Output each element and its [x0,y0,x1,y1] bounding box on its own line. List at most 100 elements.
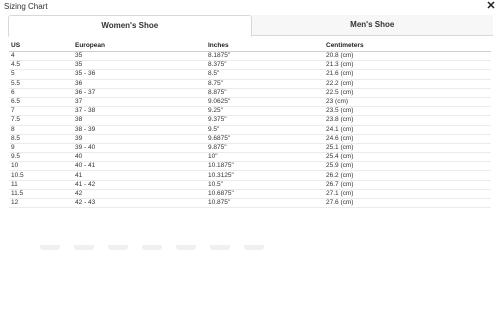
cell-european-size: 35 - 36 [73,69,206,80]
cell-us-size: 7 [9,106,73,117]
cell-us-size: 9 [9,143,73,154]
table-row: 9 39 - 40 9.875" 25.1 (cm) [9,143,491,154]
cell-centimeters: 22.5 (cm) [324,88,491,98]
cell-inches: 8.375" [206,60,324,71]
sizing-chart-modal: Sizing Chart ✕ Women's Shoe Men's Shoe U… [0,0,500,245]
cell-us-size: 6.5 [9,97,73,108]
cell-centimeters: 22.2 (cm) [324,79,491,89]
table-row: 11 41 - 42 10.5" 26.7 (cm) [9,180,491,190]
cell-us-size: 11 [9,180,73,190]
table-row: 9.5 40 10" 25.4 (cm) [9,152,491,163]
cell-us-size: 7.5 [9,115,73,126]
cell-inches: 9.0625" [206,97,324,108]
column-header-us: US [9,40,73,52]
cell-inches: 9.875" [206,143,324,154]
cell-european-size: 39 [73,134,206,144]
cell-european-size: 41 [73,170,206,181]
cell-european-size: 35 [73,60,206,71]
tab-womens-shoe[interactable]: Women's Shoe [8,15,252,37]
table-row: 5 35 - 36 8.5" 21.6 (cm) [9,69,491,80]
table-row: 4 35 8.1875" 20.8 (cm) [9,51,491,62]
cell-us-size: 6 [9,88,73,98]
cell-centimeters: 24.6 (cm) [324,134,491,144]
cell-european-size: 36 - 37 [73,88,206,98]
table-body: 4 35 8.1875" 20.8 (cm) 4.5 35 8.375" 21.3 (cm) 5… [9,51,491,209]
table-row: 8 38 - 39 9.5" 24.1 (cm) [9,125,491,135]
cell-us-size: 8 [9,125,73,135]
cell-centimeters: 25.1 (cm) [324,143,491,154]
cell-centimeters: 26.2 (cm) [324,170,491,181]
cell-us-size: 4.5 [9,60,73,71]
cell-european-size: 40 [73,152,206,163]
cell-centimeters: 27.6 (cm) [324,198,491,209]
table-row: 11.5 42 10.6875" 27.1 (cm) [9,189,491,200]
cell-inches: 10.875" [206,198,324,209]
cell-european-size: 36 [73,79,206,89]
cell-european-size: 38 - 39 [73,125,206,135]
cell-inches: 8.1875" [206,51,324,62]
cell-european-size: 37 [73,97,206,108]
cell-european-size: 41 - 42 [73,180,206,190]
cell-european-size: 38 [73,115,206,126]
tab-mens-shoe[interactable]: Men's Shoe [251,15,493,35]
size-table-container: US European Inches Centimeters 4 35 8.1875… [9,40,491,209]
cell-us-size: 9.5 [9,152,73,163]
cell-us-size: 8.5 [9,134,73,144]
cell-inches: 10.6875" [206,189,324,200]
cell-centimeters: 24.1 (cm) [324,125,491,135]
cell-centimeters: 23.8 (cm) [324,115,491,126]
column-header-european: European [73,40,206,52]
table-row: 7 37 - 38 9.25" 23.5 (cm) [9,106,491,117]
cell-us-size: 4 [9,51,73,62]
cell-european-size: 37 - 38 [73,106,206,117]
table-row: 8.5 39 9.6875" 24.6 (cm) [9,134,491,144]
column-header-centimeters: Centimeters [324,40,491,52]
cell-inches: 9.375" [206,115,324,126]
table-row: 10.5 41 10.3125" 26.2 (cm) [9,170,491,181]
table-row: 5.5 36 8.75" 22.2 (cm) [9,79,491,89]
modal-header: Sizing Chart ✕ [0,0,500,14]
cell-us-size: 5.5 [9,79,73,89]
table-row: 7.5 38 9.375" 23.8 (cm) [9,115,491,126]
cell-inches: 8.5" [206,69,324,80]
cell-us-size: 10 [9,161,73,172]
cell-european-size: 39 - 40 [73,143,206,154]
cell-centimeters: 27.1 (cm) [324,189,491,200]
cell-inches: 9.5" [206,125,324,135]
modal-title: Sizing Chart [4,2,48,11]
cell-inches: 9.6875" [206,134,324,144]
cell-european-size: 40 - 41 [73,161,206,172]
cell-inches: 8.75" [206,79,324,89]
table-header-row: US European Inches Centimeters [9,40,491,52]
cell-european-size: 42 - 43 [73,198,206,209]
cell-us-size: 11.5 [9,189,73,200]
cell-us-size: 5 [9,69,73,80]
cell-centimeters: 23.5 (cm) [324,106,491,117]
close-icon[interactable]: ✕ [485,0,497,12]
size-table: US European Inches Centimeters 4 35 8.1875… [9,40,491,209]
cell-us-size: 12 [9,198,73,209]
cell-inches: 9.25" [206,106,324,117]
table-row: 6.5 37 9.0625" 23 (cm) [9,97,491,108]
cell-inches: 10.5" [206,180,324,190]
tab-bar: Women's Shoe Men's Shoe [8,15,493,37]
cell-centimeters: 21.3 (cm) [324,60,491,71]
cell-us-size: 10.5 [9,170,73,181]
table-row: 4.5 35 8.375" 21.3 (cm) [9,60,491,71]
cell-inches: 10.3125" [206,170,324,181]
cell-centimeters: 20.8 (cm) [324,51,491,62]
table-row: 12 42 - 43 10.875" 27.6 (cm) [9,198,491,209]
cell-centimeters: 25.4 (cm) [324,152,491,163]
cell-centimeters: 23 (cm) [324,97,491,108]
table-row: 10 40 - 41 10.1875" 25.9 (cm) [9,161,491,172]
table-row: 6 36 - 37 8.875" 22.5 (cm) [9,88,491,98]
cell-inches: 8.875" [206,88,324,98]
cell-european-size: 42 [73,189,206,200]
cell-centimeters: 25.9 (cm) [324,161,491,172]
cell-centimeters: 26.7 (cm) [324,180,491,190]
cell-inches: 10.1875" [206,161,324,172]
cell-centimeters: 21.6 (cm) [324,69,491,80]
column-header-inches: Inches [206,40,324,52]
cell-european-size: 35 [73,51,206,62]
cell-inches: 10" [206,152,324,163]
